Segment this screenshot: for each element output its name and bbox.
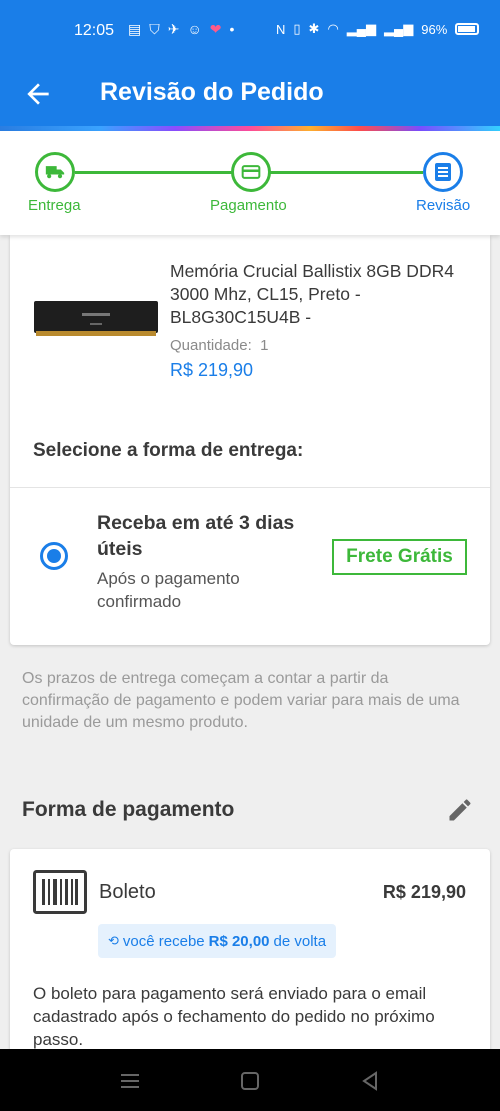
- shipping-note: Os prazos de entrega começam a contar a …: [22, 670, 460, 731]
- step-revisao[interactable]: [423, 152, 463, 192]
- smile-icon: ☺: [187, 21, 202, 37]
- app-header: 12:05 ▤ ⛉ ✈ ☺ ❤ • N ▯ ✱ ◠ ▂▄▆ ▂▄▆ 96% Re…: [0, 0, 500, 128]
- signal-icon-2: ▂▄▆: [384, 21, 414, 36]
- card-icon: [241, 165, 261, 179]
- product-image: [34, 301, 158, 336]
- payment-card: Boleto R$ 219,90 ⟲ você recebe R$ 20,00 …: [10, 849, 490, 1069]
- payment-section-title: Forma de pagamento: [22, 798, 235, 821]
- cashback-amount: R$ 20,00: [208, 932, 270, 950]
- heart-icon: ❤: [209, 21, 222, 37]
- step-entrega[interactable]: [35, 152, 75, 192]
- news-icon: ▤: [128, 21, 142, 37]
- cashback-banner: ⟲ você recebe R$ 20,00 de volta: [98, 924, 337, 958]
- page-title: Revisão do Pedido: [100, 78, 324, 106]
- step-connector: [270, 171, 423, 174]
- battery-icon: [455, 23, 480, 35]
- divider: [10, 487, 490, 488]
- free-shipping-badge: Frete Grátis: [332, 539, 467, 575]
- shop-icon: ⛉: [149, 21, 160, 37]
- back-arrow-icon[interactable]: [22, 78, 54, 110]
- shipping-section-title: Selecione a forma de entrega:: [33, 440, 304, 461]
- quantity-label: Quantidade:: [170, 337, 252, 354]
- document-icon: [435, 163, 451, 181]
- menu-nav-icon[interactable]: [119, 1070, 141, 1092]
- product-quantity: Quantidade: 1: [170, 337, 268, 354]
- status-bar: 12:05 ▤ ⛉ ✈ ☺ ❤ • N ▯ ✱ ◠ ▂▄▆ ▂▄▆ 96%: [0, 0, 500, 62]
- shipping-option-radio[interactable]: [40, 542, 68, 570]
- product-price: R$ 219,90: [170, 360, 254, 380]
- vibrate-icon: ▯: [293, 21, 301, 36]
- truck-icon: [45, 166, 65, 179]
- step-pagamento[interactable]: [231, 152, 271, 192]
- cashback-suffix: de volta: [273, 932, 327, 950]
- shipping-option-title[interactable]: Receba em até 3 dias úteis: [97, 510, 327, 562]
- status-time: 12:05: [74, 22, 115, 39]
- back-nav-icon[interactable]: [359, 1070, 381, 1092]
- wifi-icon: ◠: [327, 21, 339, 36]
- payment-description: O boleto para pagamento será enviado par…: [33, 984, 435, 1049]
- system-icons: N ▯ ✱ ◠ ▂▄▆ ▂▄▆ 96%: [276, 21, 480, 37]
- checkout-stepper: Entrega Pagamento Revisão: [0, 131, 500, 235]
- shipping-option-subtitle: Após o pagamento confirmado: [97, 569, 240, 611]
- order-summary-card: Memória Crucial Ballistix 8GB DDR4 3000 …: [10, 235, 490, 645]
- barcode-icon: [33, 870, 87, 914]
- nfc-icon: N: [276, 21, 286, 37]
- payment-method-label: Boleto: [99, 881, 156, 903]
- signal-icon: ▂▄▆: [346, 21, 377, 36]
- bird-icon: ✈: [167, 21, 180, 37]
- dot-icon: •: [229, 21, 235, 37]
- edit-pencil-icon[interactable]: [446, 796, 474, 824]
- quantity-value: 1: [260, 337, 269, 354]
- battery-percent: 96%: [421, 21, 448, 37]
- payment-total: R$ 219,90: [382, 882, 466, 902]
- step-label-entrega: Entrega: [28, 197, 81, 214]
- notification-icons: ▤ ⛉ ✈ ☺ ❤ •: [128, 21, 234, 38]
- bluetooth-icon: ✱: [308, 21, 320, 36]
- step-label-revisao: Revisão: [416, 197, 471, 214]
- step-connector: [75, 171, 232, 174]
- cashback-prefix: você recebe: [122, 932, 205, 950]
- system-navigation-bar: [0, 1049, 500, 1111]
- home-nav-icon[interactable]: [239, 1070, 261, 1092]
- product-name: Memória Crucial Ballistix 8GB DDR4 3000 …: [170, 261, 454, 327]
- cashback-icon: ⟲: [108, 933, 119, 948]
- step-label-pagamento: Pagamento: [210, 197, 287, 214]
